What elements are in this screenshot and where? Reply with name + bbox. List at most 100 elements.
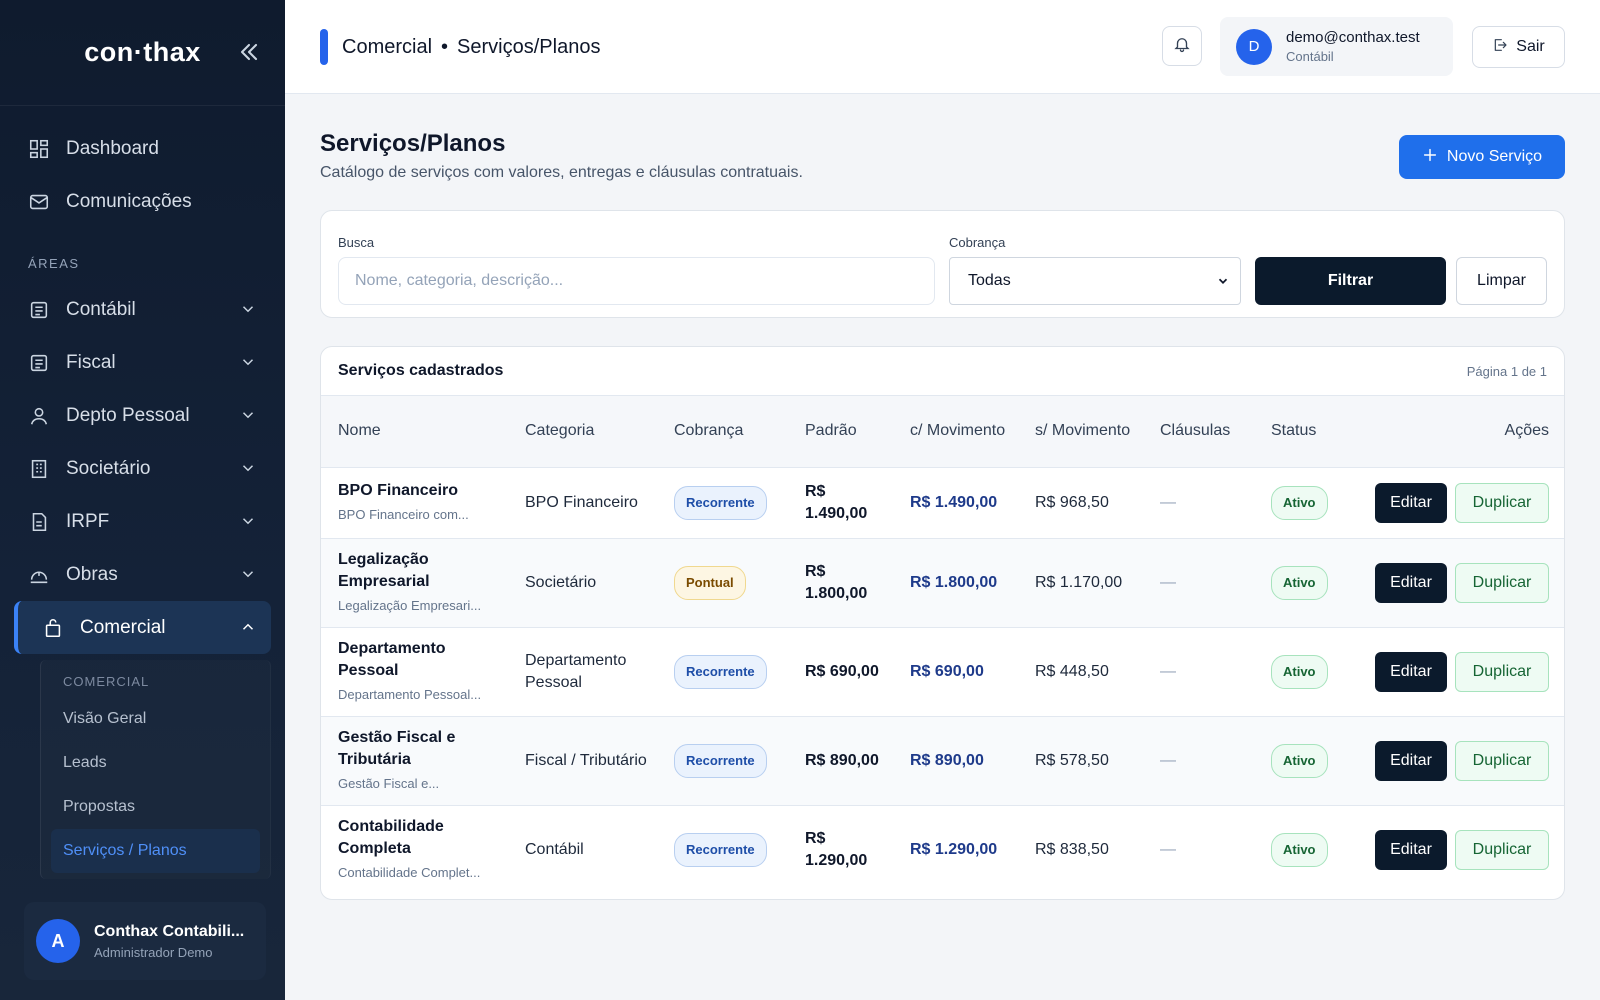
sidebar-item-label: Fiscal: [66, 351, 116, 373]
sidebar-item-irpf[interactable]: IRPF: [0, 495, 285, 548]
sidebar-item-obras[interactable]: Obras: [0, 548, 285, 601]
sidebar-item-label: IRPF: [66, 510, 110, 532]
user-role: Administrador Demo: [94, 944, 213, 960]
clear-button[interactable]: Limpar: [1456, 257, 1547, 305]
column-header[interactable]: Cobrança: [664, 396, 795, 467]
document-icon: [28, 511, 50, 533]
submenu-item-servicos-planos[interactable]: Serviços / Planos: [51, 829, 260, 873]
status-badge: Ativo: [1271, 485, 1328, 520]
brand: con·thax: [0, 0, 285, 106]
logout-button[interactable]: Sair: [1472, 26, 1565, 68]
service-category: Fiscal / Tributário: [525, 751, 647, 769]
submenu-item-propostas[interactable]: Propostas: [51, 785, 260, 829]
price-without-movement: R$ 838,50: [1035, 840, 1109, 858]
service-name: Legalização Empresarial: [338, 550, 430, 590]
search-input[interactable]: Nome, categoria, descrição...: [338, 257, 935, 305]
account-avatar: D: [1236, 28, 1272, 65]
table-row: Gestão Fiscal e Tributária Gestão Fiscal …: [321, 716, 1564, 805]
submenu-comercial: COMERCIAL Visão Geral Leads Propostas Se…: [40, 660, 271, 879]
logout-icon: [1492, 37, 1516, 58]
billing-badge: Recorrente: [674, 743, 767, 778]
billing-badge: Pontual: [674, 565, 746, 600]
table-title: Serviços cadastrados: [338, 362, 504, 379]
duplicate-button[interactable]: Duplicar: [1455, 740, 1549, 781]
avatar: A: [36, 919, 80, 963]
clauses-value: —: [1160, 840, 1176, 858]
duplicate-button[interactable]: Duplicar: [1455, 482, 1549, 523]
edit-button[interactable]: Editar: [1375, 651, 1447, 692]
price-with-movement: R$ 890,00: [910, 751, 984, 769]
column-header[interactable]: Cláusulas: [1150, 396, 1261, 467]
column-header[interactable]: Nome: [321, 396, 515, 467]
column-header[interactable]: s/ Movimento: [1025, 396, 1150, 467]
price-with-movement: R$ 1.290,00: [910, 840, 998, 858]
column-header[interactable]: Status: [1261, 396, 1353, 467]
clauses-value: —: [1160, 573, 1176, 591]
logo: con·thax: [84, 37, 201, 67]
collapse-sidebar-icon[interactable]: [235, 38, 263, 66]
submenu-item-leads[interactable]: Leads: [51, 741, 260, 785]
sidebar-item-fiscal[interactable]: Fiscal: [0, 336, 285, 389]
filter-card: Busca Nome, categoria, descrição... Cobr…: [320, 210, 1565, 318]
new-service-button[interactable]: Novo Serviço: [1399, 135, 1565, 179]
plus-icon: [1422, 147, 1447, 168]
edit-button[interactable]: Editar: [1375, 829, 1447, 870]
logout-label: Sair: [1516, 38, 1545, 55]
status-badge: Ativo: [1271, 832, 1328, 867]
sidebar-item-dashboard[interactable]: Dashboard: [0, 122, 285, 175]
service-category: Societário: [525, 573, 597, 591]
service-name: Gestão Fiscal e Tributária: [338, 728, 456, 768]
notifications-button[interactable]: [1162, 26, 1202, 66]
service-description: Gestão Fiscal e...: [338, 775, 440, 791]
sidebar-user-card[interactable]: A Conthax Contabili... Administrador Dem…: [24, 902, 266, 980]
page-subtitle: Catálogo de serviços com valores, entreg…: [320, 164, 803, 181]
sidebar-item-comercial[interactable]: Comercial: [14, 601, 271, 654]
search-placeholder: Nome, categoria, descrição...: [355, 272, 564, 289]
submenu-label: COMERCIAL: [63, 674, 150, 689]
submenu-item-visao-geral[interactable]: Visão Geral: [51, 697, 260, 741]
billing-select[interactable]: Todas: [949, 257, 1241, 305]
breadcrumb-page: Serviços/Planos: [457, 35, 601, 58]
helmet-icon: [28, 564, 50, 586]
table-row: Departamento Pessoal Departamento Pessoal…: [321, 627, 1564, 716]
filter-button[interactable]: Filtrar: [1255, 257, 1446, 305]
service-name: Contabilidade Completa: [338, 817, 444, 857]
sidebar: con·thax Dashboard Comunicações ÁREAS Co…: [0, 0, 285, 1000]
sidebar-item-contabil[interactable]: Contábil: [0, 283, 285, 336]
chevron-up-icon: [239, 618, 257, 636]
column-header[interactable]: Categoria: [515, 396, 664, 467]
service-name: Departamento Pessoal: [338, 639, 446, 679]
edit-button[interactable]: Editar: [1375, 482, 1447, 523]
duplicate-button[interactable]: Duplicar: [1455, 829, 1549, 870]
ledger-icon: [28, 299, 50, 321]
column-header[interactable]: c/ Movimento: [900, 396, 1025, 467]
service-description: Legalização Empresari...: [338, 597, 482, 613]
price-without-movement: R$ 448,50: [1035, 662, 1109, 680]
dashboard-icon: [28, 138, 50, 160]
billing-badge: Recorrente: [674, 485, 767, 520]
table-header-row: Nome Categoria Cobrança Padrão c/ Movime…: [321, 396, 1564, 467]
sidebar-item-label: Obras: [66, 563, 118, 585]
breadcrumb-accent: [320, 29, 328, 65]
edit-button[interactable]: Editar: [1375, 740, 1447, 781]
search-label: Busca: [338, 235, 375, 250]
sidebar-item-comunicacoes[interactable]: Comunicações: [0, 175, 285, 228]
edit-button[interactable]: Editar: [1375, 562, 1447, 603]
user-name: Conthax Contabili...: [94, 922, 245, 940]
standard-price: R$ 1.800,00: [805, 562, 868, 602]
sidebar-item-depto-pessoal[interactable]: Depto Pessoal: [0, 389, 285, 442]
service-description: Departamento Pessoal...: [338, 686, 482, 702]
breadcrumb-section: Comercial: [342, 35, 433, 58]
standard-price: R$ 1.490,00: [805, 482, 868, 522]
pagination-info: Página 1 de 1: [1466, 363, 1547, 379]
duplicate-button[interactable]: Duplicar: [1455, 562, 1549, 603]
duplicate-button[interactable]: Duplicar: [1455, 651, 1549, 692]
sidebar-item-societario[interactable]: Societário: [0, 442, 285, 495]
account-context: Contábil: [1286, 49, 1334, 64]
column-header[interactable]: Padrão: [795, 396, 900, 467]
breadcrumb-separator: •: [441, 35, 449, 58]
price-without-movement: R$ 578,50: [1035, 751, 1109, 769]
billing-label: Cobrança: [949, 235, 1006, 250]
mail-icon: [28, 191, 50, 213]
account-menu[interactable]: D demo@conthax.test Contábil: [1220, 17, 1453, 76]
